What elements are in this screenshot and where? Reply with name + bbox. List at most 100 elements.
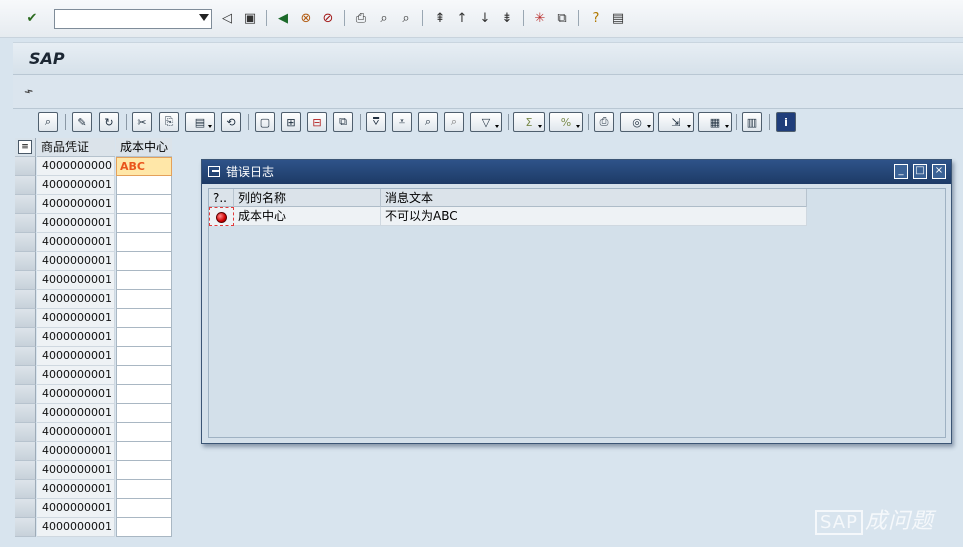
table-row[interactable]: 4000000001 [15, 518, 173, 537]
subtotal-icon[interactable]: % [549, 112, 583, 132]
select-all-cell[interactable]: ≡ [15, 138, 36, 157]
new-session-icon[interactable]: ✳ [531, 9, 549, 27]
row-selector[interactable] [15, 309, 36, 328]
cost-center-input[interactable] [116, 442, 172, 461]
column-header-cost-center[interactable]: 成本中心 [116, 138, 172, 157]
table-row[interactable]: 4000000001 [15, 499, 173, 518]
table-row[interactable]: 4000000001 [15, 309, 173, 328]
row-selector[interactable] [15, 195, 36, 214]
sort-descending-icon[interactable]: ⩡ [392, 112, 412, 132]
row-selector[interactable] [15, 480, 36, 499]
cost-center-input[interactable] [116, 347, 172, 366]
column-header-field-name[interactable]: 列的名称 [234, 189, 381, 207]
table-row[interactable]: 4000000001 [15, 480, 173, 499]
cancel-icon[interactable]: ⊘ [319, 9, 337, 27]
row-selector[interactable] [15, 385, 36, 404]
help-icon[interactable]: ? [587, 9, 605, 27]
row-selector[interactable] [15, 423, 36, 442]
first-page-icon[interactable]: ⇞ [431, 9, 449, 27]
filter-icon[interactable]: ▽ [470, 112, 502, 132]
table-row[interactable]: 4000000001 [15, 404, 173, 423]
details-icon[interactable]: ⌕ [38, 112, 58, 132]
info-icon[interactable]: i [776, 112, 796, 132]
table-row[interactable]: 4000000001 [15, 366, 173, 385]
cost-center-input[interactable] [116, 423, 172, 442]
cost-center-input[interactable] [116, 480, 172, 499]
table-row[interactable]: 4000000001 [15, 442, 173, 461]
save-icon[interactable]: ▣ [241, 9, 259, 27]
status-cell[interactable] [209, 207, 234, 226]
prev-page-icon[interactable]: ↑ [453, 9, 471, 27]
find-next-icon[interactable]: ⌕ [397, 9, 415, 27]
sum-icon[interactable]: Σ [513, 112, 545, 132]
cost-center-input[interactable] [116, 233, 172, 252]
table-row[interactable]: 4000000001 [15, 176, 173, 195]
table-row[interactable]: 4000000001 [15, 461, 173, 480]
cost-center-input[interactable] [116, 366, 172, 385]
column-header-status[interactable]: ?.. [209, 189, 234, 207]
cut-icon[interactable]: ✂ [132, 112, 152, 132]
append-row-icon[interactable]: ▢ [255, 112, 275, 132]
last-page-icon[interactable]: ⇟ [498, 9, 516, 27]
insert-row-icon[interactable]: ⊞ [281, 112, 301, 132]
minimize-button[interactable]: _ [894, 164, 908, 179]
row-selector[interactable] [15, 366, 36, 385]
shortcut-icon[interactable]: ⧉ [553, 9, 571, 27]
cost-center-input[interactable] [116, 461, 172, 480]
table-row[interactable]: 4000000001 [15, 290, 173, 309]
find-next-icon[interactable]: ⌕ [444, 112, 464, 132]
dialog-title-bar[interactable]: 错误日志 _ □ × [202, 160, 951, 184]
paste-icon[interactable]: ▤ [185, 112, 215, 132]
cost-center-input[interactable]: ABC [116, 157, 172, 176]
find-icon[interactable]: ⌕ [418, 112, 438, 132]
cost-center-input[interactable] [116, 214, 172, 233]
magic-wand-icon[interactable]: ⌁ [21, 81, 36, 101]
column-header-material-doc[interactable]: 商品凭证 [37, 138, 115, 157]
cost-center-input[interactable] [116, 252, 172, 271]
table-row[interactable]: 4000000001 [15, 423, 173, 442]
row-selector[interactable] [15, 404, 36, 423]
row-selector[interactable] [15, 290, 36, 309]
row-selector[interactable] [15, 233, 36, 252]
layout-icon[interactable]: ▤ [609, 9, 627, 27]
row-selector[interactable] [15, 214, 36, 233]
sort-ascending-icon[interactable]: ⩢ [366, 112, 386, 132]
table-row[interactable]: 4000000001 [15, 195, 173, 214]
row-selector[interactable] [15, 252, 36, 271]
cost-center-input[interactable] [116, 328, 172, 347]
cost-center-input[interactable] [116, 309, 172, 328]
command-input[interactable] [55, 10, 195, 28]
cost-center-input[interactable] [116, 404, 172, 423]
row-selector[interactable] [15, 157, 36, 176]
select-all-icon[interactable]: ≡ [18, 140, 32, 154]
row-selector[interactable] [15, 347, 36, 366]
export-icon[interactable]: ⇲ [658, 112, 694, 132]
table-row[interactable]: 4000000001 [15, 271, 173, 290]
row-selector[interactable] [15, 499, 36, 518]
list-item[interactable]: 成本中心 不可以为ABC [209, 207, 807, 226]
cost-center-input[interactable] [116, 290, 172, 309]
cost-center-input[interactable] [116, 499, 172, 518]
back-nav-icon[interactable]: ◀ [274, 9, 292, 27]
copy-row-icon[interactable]: ⧉ [333, 112, 353, 132]
row-selector[interactable] [15, 176, 36, 195]
row-selector[interactable] [15, 442, 36, 461]
table-row[interactable]: 4000000000 ABC [15, 157, 173, 176]
row-selector[interactable] [15, 328, 36, 347]
copy-icon[interactable]: ⎘ [159, 112, 179, 132]
next-page-icon[interactable]: ↓ [476, 9, 494, 27]
row-selector[interactable] [15, 461, 36, 480]
layout-icon[interactable]: ▦ [698, 112, 732, 132]
cost-center-input[interactable] [116, 176, 172, 195]
table-row[interactable]: 4000000001 [15, 233, 173, 252]
row-selector[interactable] [15, 271, 36, 290]
find-icon[interactable]: ⌕ [375, 9, 393, 27]
delete-row-icon[interactable]: ⊟ [307, 112, 327, 132]
table-row[interactable]: 4000000001 [15, 328, 173, 347]
table-row[interactable]: 4000000001 [15, 252, 173, 271]
table-row[interactable]: 4000000001 [15, 214, 173, 233]
enter-icon[interactable]: ✔ [23, 9, 41, 27]
table-row[interactable]: 4000000001 [15, 385, 173, 404]
print-icon[interactable]: ⎙ [594, 112, 614, 132]
chevron-down-icon[interactable] [199, 14, 209, 21]
